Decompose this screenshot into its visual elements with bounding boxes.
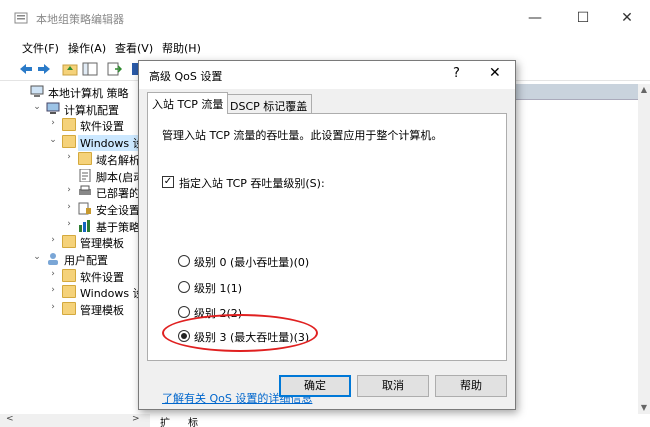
computer-icon [30,85,44,98]
maximize-button[interactable]: ☐ [560,0,606,36]
folder-icon [62,135,76,149]
policy-editor-icon [14,12,28,24]
menu-help[interactable]: 帮助(H) [162,40,201,56]
menu-file[interactable]: 文件(F) [22,40,59,56]
tree-item-label: 计算机配置 [64,103,119,117]
vertical-scrollbar[interactable] [638,84,650,414]
title-bar: 本地组策略编辑器 — ☐ ✕ [0,0,650,36]
folder-icon [62,118,76,132]
radio-level-1[interactable] [178,281,190,293]
folder-icon [62,268,76,282]
qos-chart-icon [78,219,92,232]
back-arrow-icon[interactable] [18,61,34,77]
description-text: 管理入站 TCP 流量的吞吐量。此设置应用于整个计算机。 [162,129,443,142]
dialog-title-bar: 高级 QoS 设置 ? ✕ [139,61,515,89]
radio-level-0-label[interactable]: 级别 0 (最小吞吐量)(0) [194,254,309,270]
forward-arrow-icon[interactable] [36,61,52,77]
expand-arrow-icon[interactable]: ⌄ [32,252,42,262]
ok-button[interactable]: 确定 [279,375,351,397]
collapse-arrow-icon[interactable]: › [64,185,74,195]
console-tree: 本地计算机 策略⌄计算机配置›软件设置⌄Windows 设置›域名解析策略脚本(… [16,84,154,414]
menu-view[interactable]: 查看(V) [115,40,153,56]
expand-arrow-icon[interactable]: ⌄ [48,135,58,145]
tab-extended[interactable]: 扩展 [160,414,170,427]
expand-arrow-icon[interactable]: ⌄ [32,102,42,112]
window-title: 本地组策略编辑器 [36,13,124,26]
printer-icon [78,185,92,198]
collapse-arrow-icon[interactable]: › [48,302,58,312]
dialog-close-button[interactable]: ✕ [489,65,501,81]
export-list-icon[interactable] [106,61,122,77]
tab-inbound-tcp[interactable]: 入站 TCP 流量 [147,92,229,114]
folder-icon [62,235,76,249]
folder-icon [78,151,92,165]
details-header [516,84,638,100]
scroll-down-arrow-icon[interactable]: ▼ [638,402,650,414]
script-icon [78,168,92,182]
red-highlight-ellipse [162,314,318,352]
tree-item-label: 软件设置 [80,120,124,134]
tree-item-label: 用户配置 [64,254,108,267]
collapse-arrow-icon[interactable]: › [48,118,58,128]
help-button[interactable]: 帮助 [435,375,507,397]
cancel-button[interactable]: 取消 [357,375,429,397]
tab-panel: 管理入站 TCP 流量的吞吐量。此设置应用于整个计算机。 ✓ 指定入站 TCP … [147,113,507,405]
tree-item-label: 软件设置 [80,270,124,284]
throughput-checkbox[interactable]: ✓ [162,176,174,188]
tree-item-label: 管理模板 [80,237,124,251]
collapse-arrow-icon[interactable]: › [48,269,58,279]
tree-item-label: 本地计算机 策略 [48,87,129,100]
dialog-help-button[interactable]: ? [453,66,460,81]
advanced-qos-dialog: 高级 QoS 设置 ? ✕ 入站 TCP 流量 DSCP 标记覆盖 管理入站 T… [138,60,516,410]
tree-item-label: 安全设置 [96,203,140,217]
menu-action[interactable]: 操作(A) [68,40,106,56]
horizontal-scrollbar[interactable]: < > [0,414,150,427]
scroll-right-arrow-icon[interactable]: > [132,414,140,424]
minimize-button[interactable]: — [512,0,558,36]
radio-level-0[interactable] [178,255,190,267]
show-hide-tree-icon[interactable] [82,61,98,77]
tab-dscp-override[interactable]: DSCP 标记覆盖 [225,94,313,114]
computer-config-icon [46,102,60,115]
radio-level-1-label[interactable]: 级别 1(1) [194,280,242,296]
dialog-title: 高级 QoS 设置 [149,70,223,83]
tab-standard[interactable]: 标准 [188,414,198,427]
radio-level-2[interactable] [178,306,190,318]
scroll-up-arrow-icon[interactable]: ▲ [638,84,650,96]
up-folder-icon[interactable] [62,61,78,77]
collapse-arrow-icon[interactable]: › [48,285,58,295]
security-icon [78,202,92,215]
throughput-checkbox-label[interactable]: 指定入站 TCP 吞吐量级别(S): [179,175,325,191]
close-button[interactable]: ✕ [604,0,650,36]
scroll-left-arrow-icon[interactable]: < [6,414,14,424]
folder-icon [62,285,76,299]
user-config-icon [46,252,60,265]
folder-icon [62,302,76,316]
collapse-arrow-icon[interactable]: › [64,202,74,212]
tree-item-label: 管理模板 [80,304,124,318]
collapse-arrow-icon[interactable]: › [64,152,74,162]
collapse-arrow-icon[interactable]: › [64,219,74,229]
collapse-arrow-icon[interactable]: › [48,235,58,245]
menu-bar: 文件(F) 操作(A) 查看(V) 帮助(H) [0,37,650,57]
